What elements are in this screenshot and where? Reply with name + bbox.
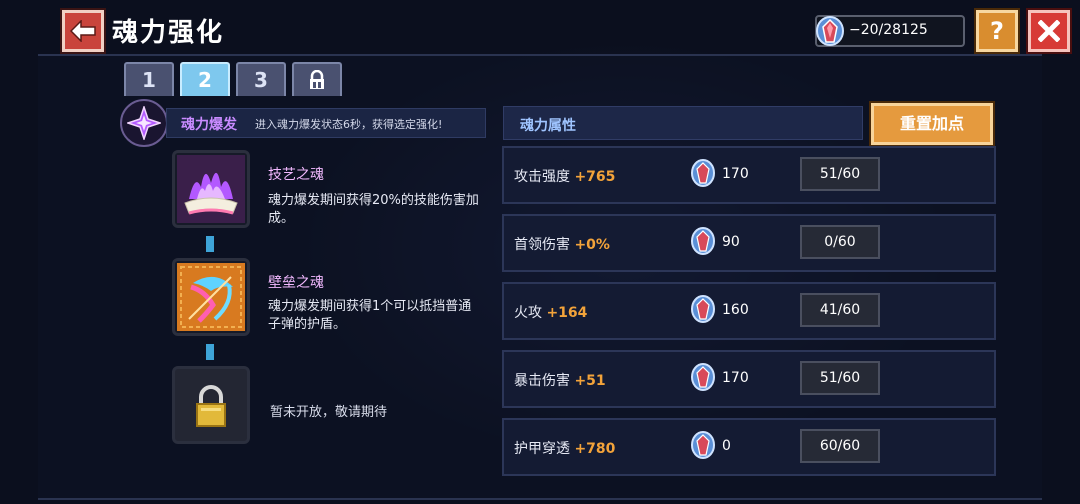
currency-value: −20/28125	[849, 22, 928, 38]
purple-flame-icon	[177, 155, 245, 223]
attribute-label: 攻击强度 +765	[514, 169, 616, 185]
attributes-header: 魂力属性	[503, 106, 863, 140]
reset-points-button[interactable]: 重置加点	[871, 103, 993, 145]
attributes-title: 魂力属性	[520, 118, 576, 134]
attribute-level[interactable]: 51/60	[800, 157, 880, 191]
burst-name: 魂力爆发	[181, 117, 237, 133]
back-arrow-icon	[70, 20, 96, 42]
attribute-cost: 170	[722, 166, 749, 182]
attribute-row[interactable]: 火攻 +164 160 41/60	[502, 282, 996, 340]
close-button[interactable]	[1028, 10, 1070, 52]
top-bar: 魂力强化 −20/28125 ?	[0, 0, 1080, 56]
attribute-label: 护甲穿透 +780	[514, 441, 616, 457]
soul-burst-bar: 魂力爆发 进入魂力爆发状态6秒，获得选定强化!	[166, 108, 486, 138]
attribute-level[interactable]: 0/60	[800, 225, 880, 259]
soul-gem-icon	[691, 295, 715, 323]
soul-connector	[206, 236, 214, 252]
attribute-bonus: +164	[546, 305, 588, 321]
attribute-cost: 90	[722, 234, 740, 250]
attribute-cost: 170	[722, 370, 749, 386]
soul-2-description: 魂力爆发期间获得1个可以抵挡普通子弹的护盾。	[268, 299, 472, 332]
attribute-label: 首领伤害 +0%	[514, 237, 610, 253]
help-button[interactable]: ?	[976, 10, 1018, 52]
purple-star-icon	[127, 106, 161, 140]
attribute-level[interactable]: 41/60	[800, 293, 880, 327]
attribute-row[interactable]: 护甲穿透 +780 0 60/60	[502, 418, 996, 476]
page-title: 魂力强化	[112, 18, 225, 48]
attribute-bonus: +780	[574, 441, 616, 457]
attribute-row[interactable]: 攻击强度 +765 170 51/60	[502, 146, 996, 204]
soul-locked-icon	[172, 366, 250, 444]
attribute-row[interactable]: 暴击伤害 +51 170 51/60	[502, 350, 996, 408]
back-button[interactable]	[62, 10, 104, 52]
soul-gem-icon	[691, 431, 715, 459]
soul-burst-icon	[120, 99, 168, 147]
attribute-list[interactable]: 攻击强度 +765 170 51/60 首领伤害 +0% 90 0/60 火攻 …	[492, 142, 1004, 488]
soul-gem-icon	[691, 363, 715, 391]
attribute-row[interactable]: 首领伤害 +0% 90 0/60	[502, 214, 996, 272]
attribute-level[interactable]: 51/60	[800, 361, 880, 395]
soul-3-locked-text: 暂未开放，敬请期待	[270, 405, 388, 420]
tab-3[interactable]: 3	[236, 62, 286, 96]
lock-icon	[310, 69, 324, 89]
soul-connector	[206, 344, 214, 360]
tab-1[interactable]: 1	[124, 62, 174, 96]
soul-barrier-icon[interactable]	[172, 258, 250, 336]
soul-gem-icon	[691, 227, 715, 255]
tab-2[interactable]: 2	[180, 62, 230, 96]
soul-2-name: 壁垒之魂	[268, 275, 324, 291]
burst-description: 进入魂力爆发状态6秒，获得选定强化!	[255, 118, 443, 131]
tab-locked[interactable]	[292, 62, 342, 96]
attribute-label: 暴击伤害 +51	[514, 373, 606, 389]
attribute-bonus: +51	[574, 373, 606, 389]
padlock-icon	[196, 385, 226, 427]
soul-currency-display: −20/28125	[815, 15, 965, 47]
soul-skill-icon[interactable]	[172, 150, 250, 228]
attribute-bonus: +765	[574, 169, 616, 185]
page-tabs: 1 2 3	[124, 62, 342, 96]
attribute-level[interactable]: 60/60	[800, 429, 880, 463]
soul-1-description: 魂力爆发期间获得20%的技能伤害加成。	[268, 193, 479, 226]
soul-gem-icon	[691, 159, 715, 187]
attribute-cost: 160	[722, 302, 749, 318]
attribute-label: 火攻 +164	[514, 305, 588, 321]
soul-gem-icon	[816, 16, 844, 46]
close-icon	[1038, 20, 1060, 42]
attribute-bonus: +0%	[574, 237, 610, 253]
soul-1-name: 技艺之魂	[268, 167, 324, 183]
attribute-cost: 0	[722, 438, 731, 454]
shield-bow-icon	[177, 263, 245, 331]
